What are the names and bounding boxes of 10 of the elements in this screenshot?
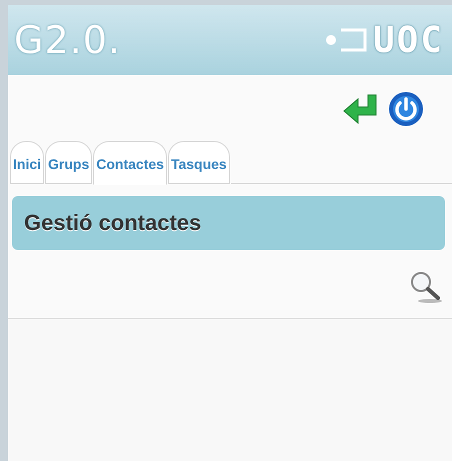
tab[interactable]: Contactes xyxy=(93,141,167,185)
brand-logo: UOC xyxy=(372,20,444,60)
tab[interactable]: Grups xyxy=(45,141,92,184)
power-icon[interactable] xyxy=(388,89,424,129)
tab[interactable]: Tasques xyxy=(168,141,230,184)
search-icon[interactable] xyxy=(408,270,444,304)
app-logo: G2.0. xyxy=(14,18,121,62)
dot-bracket-icon xyxy=(324,27,369,53)
tab[interactable]: Inici xyxy=(10,141,44,184)
section-title: Gestió contactes xyxy=(24,210,202,235)
